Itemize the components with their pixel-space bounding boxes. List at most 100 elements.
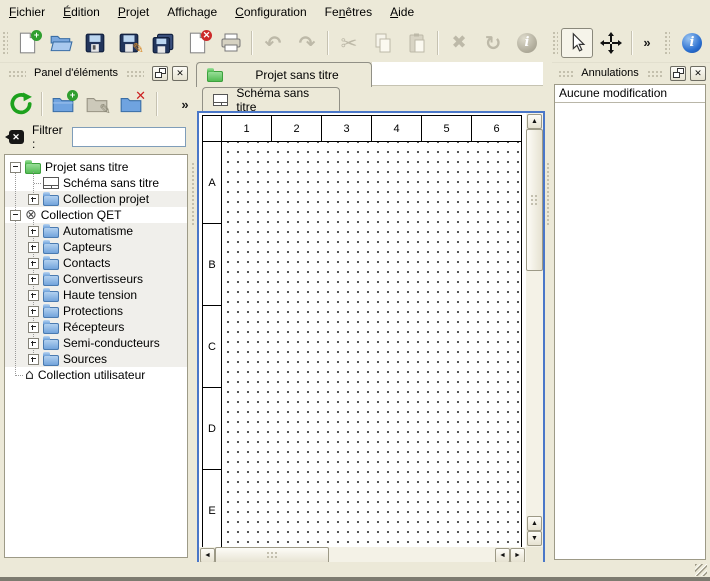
menu-item[interactable]: Fenêtres — [316, 1, 381, 23]
new-category-button[interactable]: + — [47, 88, 79, 120]
tree-item[interactable]: ⊗ ⌂ Collection QET — [5, 207, 187, 223]
close-panel-button[interactable]: ✕ — [172, 66, 188, 81]
info-icon: i — [682, 33, 702, 53]
resize-grip[interactable] — [695, 564, 707, 576]
reload-collections-button[interactable] — [5, 88, 37, 120]
frame-column-headers: 123456 — [203, 116, 521, 142]
scroll-right-button[interactable]: ► — [510, 548, 525, 563]
cut-button[interactable]: ✂ — [333, 28, 365, 58]
save-all-button[interactable] — [147, 28, 179, 58]
tree-expander[interactable] — [10, 162, 21, 173]
tree-item-label: Projet sans titre — [45, 160, 128, 174]
menu-item[interactable]: Édition — [54, 1, 109, 23]
delete-icon: ✖ — [451, 34, 466, 52]
tree-item-label: Collection QET — [41, 208, 122, 222]
open-file-button[interactable] — [45, 28, 77, 58]
scroll-down-button[interactable]: ▼ — [527, 531, 542, 546]
toolbar-overflow-button[interactable]: » — [637, 28, 657, 58]
scroll-up-button-2[interactable]: ▲ — [527, 516, 542, 531]
folder-icon — [43, 195, 59, 206]
dock-grip[interactable] — [558, 69, 573, 77]
tree-item[interactable]: ⊗ ⌂ Contacts — [5, 255, 187, 271]
undo-button[interactable]: ↶ — [257, 28, 289, 58]
float-button[interactable] — [670, 66, 686, 81]
dock-grip[interactable] — [647, 69, 662, 77]
tree-item[interactable]: ⊗ ⌂ Capteurs — [5, 239, 187, 255]
folder-icon — [43, 355, 59, 366]
delete-button[interactable]: ✖ — [443, 28, 475, 58]
tree-expander[interactable] — [28, 338, 39, 349]
dock-grip[interactable] — [8, 69, 26, 77]
tree-item[interactable]: ⊗ ⌂ Haute tension — [5, 287, 187, 303]
tree-expander[interactable] — [10, 210, 21, 221]
save-button[interactable] — [79, 28, 111, 58]
move-cross-icon — [599, 31, 623, 55]
redo-icon: ↷ — [299, 33, 316, 53]
toolbar-grip[interactable] — [664, 30, 670, 56]
menu-item[interactable]: Configuration — [226, 1, 316, 23]
tab-bar-empty-area — [372, 62, 543, 86]
tree-item[interactable]: ⊗ ⌂ Automatisme — [5, 223, 187, 239]
tree-expander[interactable] — [28, 226, 39, 237]
filter-input[interactable] — [72, 127, 186, 147]
copy-icon — [372, 32, 394, 54]
undo-list-item[interactable]: Aucune modification — [555, 85, 705, 103]
tree-expander[interactable] — [28, 322, 39, 333]
folder-icon — [43, 259, 59, 270]
tree-item[interactable]: ⊗ ⌂ Récepteurs — [5, 319, 187, 335]
dock-grip[interactable] — [126, 69, 144, 77]
rotate-button[interactable]: ↻ — [477, 28, 509, 58]
menu-item[interactable]: Fichier — [0, 1, 54, 23]
tree-item[interactable]: ⊗ ⌂ Schéma sans titre — [5, 175, 187, 191]
arrow-up-icon: ▲ — [531, 118, 538, 125]
tree-expander[interactable] — [28, 194, 39, 205]
about-button[interactable]: i — [676, 28, 708, 58]
tree-item[interactable]: ⊗ ⌂ Collection projet — [5, 191, 187, 207]
schema-tab[interactable]: Schéma sans titre — [202, 87, 340, 111]
folder-icon — [43, 307, 59, 318]
scroll-up-button[interactable]: ▲ — [527, 114, 542, 129]
tree-item[interactable]: ⊗ ⌂ Convertisseurs — [5, 271, 187, 287]
redo-button[interactable]: ↷ — [291, 28, 323, 58]
status-bar — [0, 562, 710, 577]
project-tab[interactable]: Projet sans titre — [196, 62, 372, 87]
close-panel-button[interactable]: ✕ — [690, 66, 706, 81]
panel-title: Panel d'éléments — [34, 67, 118, 79]
new-file-button[interactable]: + — [11, 28, 43, 58]
tree-item[interactable]: ⊗ ⌂ Semi-conducteurs — [5, 335, 187, 351]
close-file-button[interactable]: ✕ — [181, 28, 213, 58]
vertical-scroll-thumb[interactable] — [526, 129, 543, 271]
delete-category-button[interactable]: ✕ — [115, 88, 147, 120]
tree-item[interactable]: ⊗ ⌂ Projet sans titre — [5, 159, 187, 175]
vertical-scrollbar[interactable]: ▲ ▲ ▼ — [526, 113, 543, 547]
tree-item[interactable]: ⊗ ⌂ Protections — [5, 303, 187, 319]
toolbar-grip[interactable] — [2, 30, 8, 56]
save-as-button[interactable]: ✎ — [113, 28, 145, 58]
tree-expander[interactable] — [28, 306, 39, 317]
tree-expander[interactable] — [28, 274, 39, 285]
schema-canvas[interactable]: 123456 ABCDE — [199, 113, 526, 547]
toolbar-separator — [156, 92, 158, 116]
properties-button[interactable]: i — [511, 28, 543, 58]
copy-button[interactable] — [367, 28, 399, 58]
menu-item[interactable]: Projet — [109, 1, 158, 23]
toolbar-grip[interactable] — [552, 30, 558, 56]
print-button[interactable] — [215, 28, 247, 58]
move-mode-button[interactable] — [595, 28, 627, 58]
float-button[interactable] — [152, 66, 168, 81]
tree-expander[interactable] — [28, 258, 39, 269]
menu-item[interactable]: Aide — [381, 1, 423, 23]
tree-item-label: Collection projet — [63, 192, 149, 206]
scroll-left-button-2[interactable]: ◄ — [495, 548, 510, 563]
tree-expander[interactable] — [28, 290, 39, 301]
paste-button[interactable] — [401, 28, 433, 58]
tree-expander[interactable] — [28, 354, 39, 365]
tree-expander[interactable] — [28, 242, 39, 253]
edit-category-button[interactable]: ✎ — [81, 88, 113, 120]
select-mode-button[interactable] — [561, 28, 593, 58]
clear-filter-button[interactable]: ✕ — [7, 128, 25, 146]
menu-item[interactable]: Affichage — [158, 1, 226, 23]
tree-item[interactable]: ⊗ ⌂ Sources — [5, 351, 187, 367]
tree-item[interactable]: ⊗ ⌂ Collection utilisateur — [5, 367, 187, 383]
scroll-left-button[interactable]: ◄ — [200, 548, 215, 563]
